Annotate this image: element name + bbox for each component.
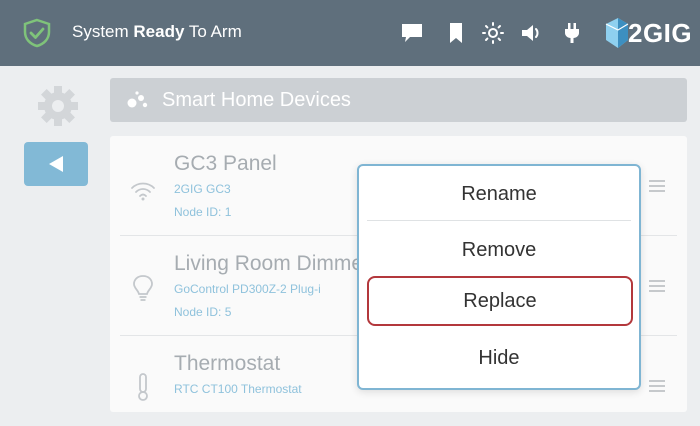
menu-divider [367, 220, 631, 221]
back-button[interactable] [24, 142, 88, 186]
back-arrow-icon [49, 156, 63, 172]
device-model: 2GIG GC3 [174, 182, 231, 196]
system-status: System Ready To Arm [72, 22, 242, 41]
volume-icon[interactable] [520, 22, 544, 44]
more-menu-icon[interactable] [649, 280, 665, 294]
shield-check-icon [23, 18, 51, 48]
page-title: Smart Home Devices [162, 89, 351, 111]
power-plug-icon[interactable] [560, 22, 584, 44]
brightness-icon[interactable] [481, 22, 505, 44]
menu-item-rename[interactable]: Rename [359, 168, 639, 220]
bookmark-icon[interactable] [444, 22, 468, 44]
wifi-icon [131, 182, 155, 201]
gear-icon[interactable] [36, 84, 80, 128]
thermometer-icon [138, 373, 148, 401]
device-name: GC3 Panel [174, 152, 277, 175]
brand-name: 2GIG [628, 18, 693, 48]
menu-item-replace[interactable]: Replace [367, 276, 633, 326]
chat-icon[interactable] [400, 22, 424, 44]
device-model: GoControl PD300Z-2 Plug-i [174, 282, 321, 296]
smart-devices-icon [127, 91, 148, 108]
device-name: Living Room Dimme [174, 252, 364, 275]
status-bar: System Ready To Arm 2GIG [0, 0, 700, 66]
lightbulb-icon [133, 275, 153, 301]
menu-item-remove[interactable]: Remove [359, 224, 639, 276]
context-menu: Rename Remove Replace Hide [357, 164, 641, 390]
device-name: Thermostat [174, 352, 281, 375]
device-node-id: Node ID: 1 [174, 205, 232, 219]
more-menu-icon[interactable] [649, 180, 665, 194]
more-menu-icon[interactable] [649, 380, 665, 394]
page-header: Smart Home Devices [110, 78, 687, 122]
device-model: RTC CT100 Thermostat [174, 382, 302, 396]
device-node-id: Node ID: 5 [174, 305, 232, 319]
menu-item-hide[interactable]: Hide [359, 332, 639, 384]
